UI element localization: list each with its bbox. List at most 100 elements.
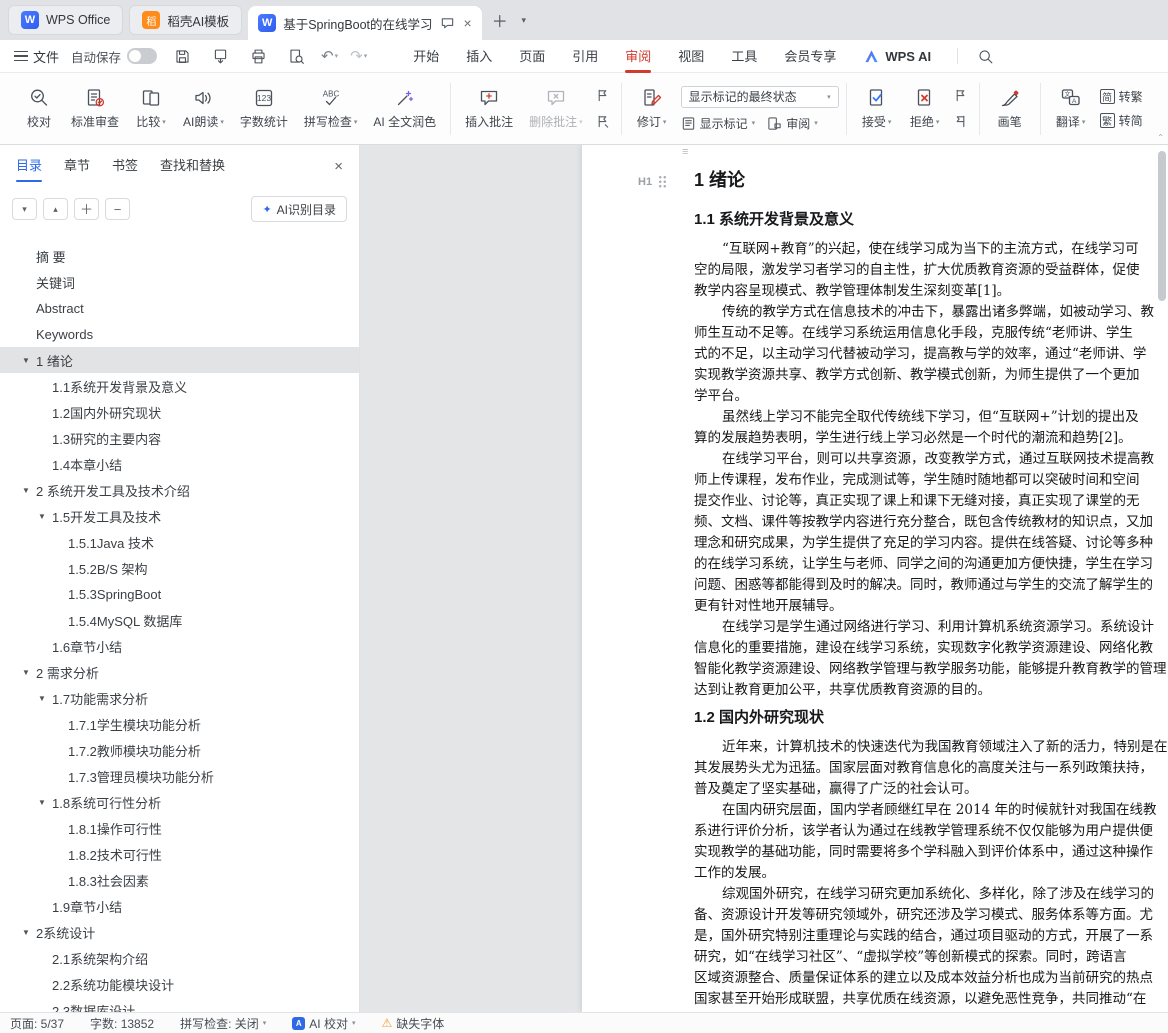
- ai-recognize-toc-button[interactable]: ✦ AI识别目录: [251, 196, 347, 222]
- close-tab-icon[interactable]: ×: [464, 15, 472, 31]
- tab-docer-templates[interactable]: 稻 稻壳AI模板: [129, 5, 242, 35]
- ribbon-tab[interactable]: 开始: [413, 40, 439, 73]
- tab-document[interactable]: W 基于SpringBoot的在线学习 ×: [248, 6, 482, 40]
- ribbon-tab[interactable]: 视图: [678, 40, 704, 73]
- tab-list-chevron-icon[interactable]: ▾: [512, 8, 536, 32]
- translate-button[interactable]: 文A 翻译▾: [1048, 82, 1094, 135]
- file-menu-button[interactable]: 文件: [14, 47, 59, 66]
- toc-item[interactable]: 1.8.1操作可行性: [0, 815, 359, 841]
- spell-check-status[interactable]: 拼写检查: 关闭▾: [180, 1015, 266, 1032]
- ai-proofread-status[interactable]: A AI 校对▾: [292, 1015, 355, 1032]
- track-changes-button[interactable]: 修订▾: [629, 82, 675, 135]
- collapse-all-button[interactable]: ▴: [43, 198, 68, 220]
- toc-item[interactable]: 1.5.4MySQL 数据库: [0, 607, 359, 633]
- review-pane-button[interactable]: 审阅▾: [767, 115, 818, 132]
- toc-expand-icon[interactable]: [22, 668, 36, 677]
- print-preview-button[interactable]: [283, 44, 309, 68]
- collapse-ribbon-icon[interactable]: ⌃: [1157, 133, 1164, 142]
- save-button[interactable]: [169, 44, 195, 68]
- expand-all-button[interactable]: ▾: [12, 198, 37, 220]
- page-indicator[interactable]: 页面: 5/37: [10, 1015, 64, 1032]
- show-markup-button[interactable]: 显示标记▾: [681, 115, 756, 132]
- ribbon-tab[interactable]: 插入: [466, 40, 492, 73]
- autosave-toggle[interactable]: [127, 48, 157, 64]
- toc-item[interactable]: 2 系统开发工具及技术介绍: [0, 477, 359, 503]
- sidebar-tab[interactable]: 目录: [16, 145, 42, 187]
- comment-bubble-icon[interactable]: [440, 16, 455, 31]
- missing-font-warning[interactable]: ⚠ 缺失字体: [381, 1015, 444, 1032]
- undo-caret-icon[interactable]: ▾: [335, 52, 339, 60]
- toc-item[interactable]: 摘 要: [0, 243, 359, 269]
- toc-expand-icon[interactable]: [38, 798, 52, 807]
- toc-item[interactable]: 2系统设计: [0, 919, 359, 945]
- document-page[interactable]: ≡ H1 1 绪论1.1 系统开发背景及意义“互联网+教育”的兴起，使在线学习成…: [582, 145, 1168, 1012]
- toc-item[interactable]: 1.8.2技术可行性: [0, 841, 359, 867]
- sidebar-tab[interactable]: 章节: [64, 145, 90, 187]
- toc-expand-icon[interactable]: [38, 512, 52, 521]
- toc-item[interactable]: Abstract: [0, 295, 359, 321]
- word-count-button[interactable]: 123 字数统计: [233, 82, 295, 135]
- undo-button[interactable]: ↶▾: [321, 47, 338, 65]
- ai-read-aloud-button[interactable]: AI朗读▾: [176, 82, 231, 135]
- toc-item[interactable]: 1.7.3管理员模块功能分析: [0, 763, 359, 789]
- ai-polish-button[interactable]: AI 全文润色: [366, 82, 443, 135]
- toc-item[interactable]: 1.5.1Java 技术: [0, 529, 359, 555]
- accept-button[interactable]: 接受▾: [854, 82, 900, 135]
- document-body[interactable]: 1 绪论1.1 系统开发背景及意义“互联网+教育”的兴起，使在线学习成为当下的主…: [582, 145, 1168, 1012]
- markup-state-dropdown[interactable]: 显示标记的最终状态 ▾: [681, 86, 839, 108]
- next-comment-button[interactable]: [594, 113, 612, 131]
- wps-ai-button[interactable]: WPS AI: [864, 49, 931, 64]
- sidebar-tab[interactable]: 书签: [112, 145, 138, 187]
- ribbon-tab[interactable]: 审阅: [625, 40, 651, 73]
- close-sidebar-icon[interactable]: ×: [334, 158, 343, 175]
- export-button[interactable]: [207, 44, 233, 68]
- toc-item[interactable]: 1.4本章小结: [0, 451, 359, 477]
- previous-revision-button[interactable]: [952, 87, 970, 105]
- toc-item[interactable]: 1.3研究的主要内容: [0, 425, 359, 451]
- toc-item[interactable]: 1.8系统可行性分析: [0, 789, 359, 815]
- redo-caret-icon[interactable]: ▾: [364, 52, 368, 60]
- toc-item[interactable]: 2.1系统架构介绍: [0, 945, 359, 971]
- toc-item[interactable]: 2 需求分析: [0, 659, 359, 685]
- pen-button[interactable]: 画笔: [987, 82, 1033, 135]
- toc-item[interactable]: 1.7.1学生模块功能分析: [0, 711, 359, 737]
- new-tab-button[interactable]: ＋: [488, 8, 512, 32]
- search-button[interactable]: [972, 44, 998, 68]
- decrease-level-button[interactable]: −: [105, 198, 130, 220]
- toc-item[interactable]: 1.2国内外研究现状: [0, 399, 359, 425]
- standard-review-button[interactable]: 标准审查: [64, 82, 126, 135]
- ribbon-tab[interactable]: 引用: [572, 40, 598, 73]
- vertical-scrollbar-thumb[interactable]: [1158, 151, 1166, 301]
- toc-expand-icon[interactable]: [22, 356, 36, 365]
- drag-handle-icon[interactable]: [658, 175, 667, 188]
- toc-item[interactable]: 1.5.2B/S 架构: [0, 555, 359, 581]
- toc-item[interactable]: 1.9章节小结: [0, 893, 359, 919]
- toc-item[interactable]: 关键词: [0, 269, 359, 295]
- tab-wps-office[interactable]: W WPS Office: [8, 5, 123, 35]
- print-button[interactable]: [245, 44, 271, 68]
- ribbon-tab[interactable]: 工具: [731, 40, 757, 73]
- toc-item[interactable]: Keywords: [0, 321, 359, 347]
- next-revision-button[interactable]: [952, 113, 970, 131]
- insert-comment-button[interactable]: 插入批注: [458, 82, 520, 135]
- ribbon-tab[interactable]: 页面: [519, 40, 545, 73]
- word-count-indicator[interactable]: 字数: 13852: [90, 1015, 154, 1032]
- spell-check-button[interactable]: ABC 拼写检查▾: [297, 82, 365, 135]
- toc-item[interactable]: 1.8.3社会因素: [0, 867, 359, 893]
- simplified-to-traditional-button[interactable]: 简 转繁: [1100, 88, 1143, 105]
- previous-comment-button[interactable]: [594, 87, 612, 105]
- traditional-to-simplified-button[interactable]: 繁 转简: [1100, 112, 1143, 129]
- reject-button[interactable]: 拒绝▾: [902, 82, 948, 135]
- increase-level-button[interactable]: ＋: [74, 198, 99, 220]
- toc-expand-icon[interactable]: [22, 486, 36, 495]
- toc-item[interactable]: 1 绪论: [0, 347, 359, 373]
- toc-expand-icon[interactable]: [38, 694, 52, 703]
- toc-item[interactable]: 1.7功能需求分析: [0, 685, 359, 711]
- proofread-button[interactable]: 校对: [16, 82, 62, 135]
- redo-button[interactable]: ↷▾: [350, 47, 367, 65]
- toc-item[interactable]: 1.5开发工具及技术: [0, 503, 359, 529]
- toc-item[interactable]: 1.7.2教师模块功能分析: [0, 737, 359, 763]
- toc-item[interactable]: 2.2系统功能模块设计: [0, 971, 359, 997]
- toc-item[interactable]: 2.3数据库设计: [0, 997, 359, 1012]
- ribbon-tab[interactable]: 会员专享: [784, 40, 836, 73]
